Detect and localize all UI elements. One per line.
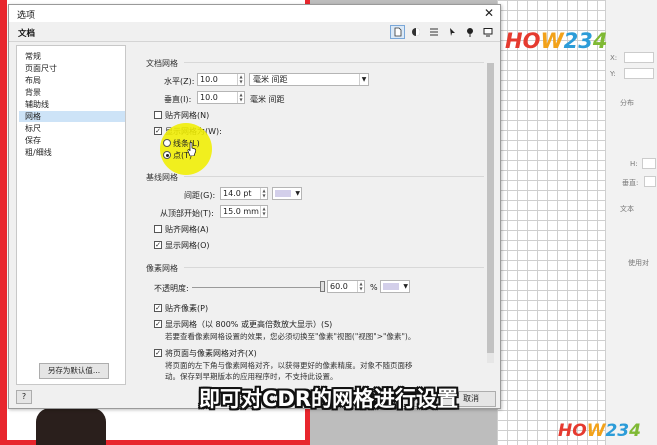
- h-field[interactable]: [642, 158, 656, 169]
- y-field[interactable]: [624, 68, 654, 79]
- group-divider: [184, 62, 484, 63]
- options-dialog: 选项 ✕ 文档 常规 页面尺寸 布局 背景 辅助线 网格 标尺 保存 粗/细线 …: [8, 4, 501, 409]
- baseline-show-checkbox[interactable]: ✓: [154, 241, 162, 249]
- show-pixel-grid-note: 若要查看像素网格设置的效果，您必须切换至"像素"视图("视图">"像素")。: [165, 332, 416, 341]
- pixel-color-picker[interactable]: ▼: [380, 280, 410, 293]
- tree-item-save[interactable]: 保存: [25, 135, 41, 146]
- close-button[interactable]: ✕: [481, 6, 497, 21]
- tree-item-layout[interactable]: 布局: [25, 75, 41, 86]
- chevron-down-icon[interactable]: ▼: [359, 74, 368, 85]
- offset-label: 从顶部开始(T):: [160, 209, 214, 218]
- dialog-title: 选项: [17, 11, 36, 21]
- h-label: H:: [630, 160, 638, 168]
- tree-item-general[interactable]: 常规: [25, 51, 41, 62]
- category-toolbar: [390, 25, 495, 39]
- save-as-default-button[interactable]: 另存为默认值...: [39, 363, 109, 379]
- opacity-slider-thumb[interactable]: [320, 281, 325, 292]
- spinner-arrows-icon[interactable]: ▲ ▼: [237, 92, 244, 103]
- snap-to-grid-label: 贴齐网格(N): [165, 111, 210, 120]
- horizontal-label: 水平(Z):: [164, 77, 195, 86]
- baseline-grid-group-label: 基线网格: [146, 173, 178, 182]
- dialog-titlebar[interactable]: 选项 ✕: [9, 5, 500, 22]
- spinner-arrows-icon[interactable]: ▲ ▼: [237, 74, 244, 85]
- snap-to-grid-checkbox[interactable]: [154, 111, 162, 119]
- group-divider: [184, 267, 484, 268]
- align-page-checkbox[interactable]: ✓: [154, 349, 162, 357]
- horizontal-spinner[interactable]: 10.0 ▲ ▼: [197, 73, 245, 86]
- vertical-label: 垂直(I):: [164, 95, 192, 104]
- pixel-grid-group-label: 像素网格: [146, 264, 178, 273]
- color-swatch: [275, 190, 291, 197]
- properties-panel: X: Y: 分布 H: 垂直: 文本 使用对: [605, 0, 657, 445]
- show-pixel-grid-checkbox[interactable]: ✓: [154, 320, 162, 328]
- scrollbar-thumb[interactable]: [487, 63, 494, 353]
- document-icon[interactable]: [390, 25, 405, 39]
- baseline-color-picker[interactable]: ▼: [272, 187, 302, 200]
- v-field[interactable]: [644, 176, 656, 187]
- spinner-arrows-icon[interactable]: ▲ ▼: [260, 188, 267, 199]
- pointer-icon[interactable]: [444, 25, 459, 39]
- show-pixel-grid-label: 显示网格（以 800% 或更高倍数放大显示）(S): [165, 320, 333, 329]
- baseline-snap-checkbox[interactable]: [154, 225, 162, 233]
- doc-grid-group-label: 文档网格: [146, 59, 178, 68]
- dots-radio[interactable]: [163, 151, 171, 159]
- x-label: X:: [610, 54, 618, 62]
- tree-item-page-size[interactable]: 页面尺寸: [25, 63, 57, 74]
- canvas-photo: [36, 408, 106, 445]
- group-divider: [184, 176, 484, 177]
- snap-pixels-checkbox[interactable]: ✓: [154, 304, 162, 312]
- vertical-unit-label: 毫米 间距: [250, 95, 285, 104]
- use-label: 使用对: [628, 259, 649, 267]
- category-tree: 常规 页面尺寸 布局 背景 辅助线 网格 标尺 保存 粗/细线: [16, 45, 126, 385]
- vertical-spinner[interactable]: 10.0 ▲ ▼: [197, 91, 245, 104]
- section-title: 文档: [18, 29, 36, 39]
- spinner-arrows-icon[interactable]: ▲ ▼: [357, 281, 364, 292]
- chevron-down-icon[interactable]: ▼: [403, 281, 408, 292]
- offset-spinner[interactable]: 15.0 mm ▲ ▼: [220, 205, 268, 218]
- spinner-arrows-icon[interactable]: ▲ ▼: [260, 206, 267, 217]
- settings-list-icon[interactable]: [426, 25, 441, 39]
- watermark-logo: HOW234: [505, 29, 608, 53]
- pin-icon[interactable]: [462, 25, 477, 39]
- lines-radio[interactable]: [163, 139, 171, 147]
- hand-cursor-icon: [187, 142, 197, 156]
- text-label: 文本: [620, 205, 634, 213]
- opacity-spinner[interactable]: 60.0 ▲ ▼: [327, 280, 365, 293]
- tree-item-hairlines[interactable]: 粗/细线: [25, 147, 52, 158]
- opacity-slider-track[interactable]: [192, 287, 322, 288]
- y-label: Y:: [610, 70, 616, 78]
- color-icon[interactable]: [408, 25, 423, 39]
- spacing-label: 间距(G):: [184, 191, 216, 200]
- baseline-show-label: 显示网格(O): [165, 241, 210, 250]
- show-grid-as-checkbox[interactable]: ✓: [154, 127, 162, 135]
- distribute-label: 分布: [620, 99, 634, 107]
- tree-item-background[interactable]: 背景: [25, 87, 41, 98]
- watermark-logo: HOW234: [558, 421, 641, 441]
- align-page-note: 将页面的左下角与像素网格对齐，以获得更好的像素精度。对象不随页面移: [165, 361, 413, 370]
- baseline-snap-label: 贴齐网格(A): [165, 225, 209, 234]
- tree-item-guidelines[interactable]: 辅助线: [25, 99, 49, 110]
- highlight-marker: [160, 123, 212, 175]
- align-page-label: 将页面与像素网格对齐(X): [165, 349, 257, 358]
- align-page-note: 动。保存到早期版本的应用程序时，不支持此设置。: [165, 372, 338, 381]
- x-field[interactable]: [624, 52, 654, 63]
- opacity-label: 不透明度:: [154, 284, 189, 293]
- monitor-icon[interactable]: [480, 25, 495, 39]
- opacity-unit: %: [370, 283, 378, 292]
- color-swatch: [383, 283, 399, 290]
- dialog-header: 文档: [9, 22, 500, 42]
- canvas-grid-area[interactable]: [497, 0, 605, 445]
- tree-item-rulers[interactable]: 标尺: [25, 123, 41, 134]
- chevron-down-icon[interactable]: ▼: [295, 188, 300, 199]
- content-scrollbar[interactable]: [487, 63, 494, 363]
- snap-pixels-label: 贴齐像素(P): [165, 304, 209, 313]
- tree-item-grid[interactable]: 网格: [19, 111, 125, 122]
- grid-unit-combo[interactable]: 毫米 间距 ▼: [249, 73, 369, 86]
- v-label: 垂直:: [622, 179, 639, 187]
- video-subtitle: 即可对CDR的网格进行设置: [198, 387, 458, 411]
- spacing-spinner[interactable]: 14.0 pt ▲ ▼: [220, 187, 268, 200]
